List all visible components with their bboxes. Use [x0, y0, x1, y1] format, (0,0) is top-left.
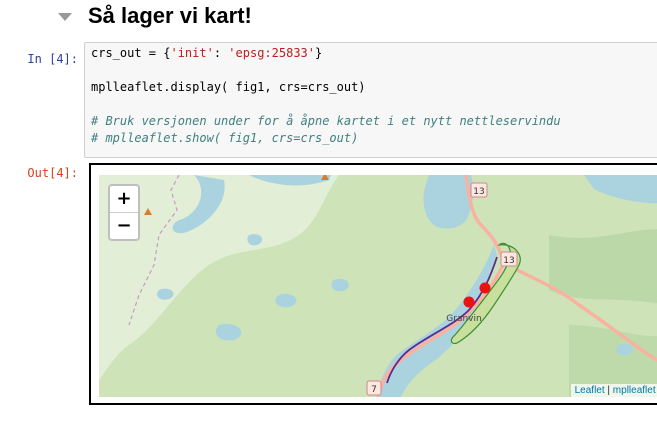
- leaflet-link[interactable]: Leaflet: [575, 385, 605, 396]
- leaflet-map[interactable]: 13 13 7 Granvin + − Leaflet | mplleaflet…: [99, 175, 657, 397]
- code-comment-2: # mplleaflet.show( fig1, crs=crs_out): [91, 131, 359, 145]
- road-shield-label: 7: [371, 385, 377, 395]
- code-token: crs_out = {: [91, 46, 171, 60]
- code-comment-1: # Bruk versjonen under for å åpne kartet…: [91, 114, 561, 128]
- output-prompt: Out[4]:: [27, 166, 78, 180]
- place-label: Granvin: [446, 314, 481, 324]
- map-attribution: Leaflet | mplleaflet |: [570, 384, 657, 397]
- output-area: 13 13 7 Granvin + − Leaflet | mplleaflet…: [89, 163, 657, 405]
- heading-title: Så lager vi kart!: [88, 3, 252, 28]
- collapse-caret-icon[interactable]: [58, 13, 72, 21]
- input-prompt: In [4]:: [27, 52, 78, 66]
- road-shield-label: 13: [503, 256, 514, 266]
- section-heading: Så lager vi kart!: [58, 3, 252, 29]
- code-string: 'init': [170, 46, 214, 60]
- map-tiles: 13 13 7 Granvin: [99, 175, 657, 397]
- code-line-1: crs_out = {'init': 'epsg:25833'}: [91, 45, 657, 62]
- code-cell[interactable]: crs_out = {'init': 'epsg:25833'} mplleaf…: [84, 42, 657, 158]
- zoom-out-button[interactable]: −: [110, 213, 138, 239]
- zoom-in-button[interactable]: +: [110, 186, 138, 213]
- attribution-separator: |: [604, 385, 613, 396]
- code-token: :: [213, 46, 229, 60]
- mplleaflet-link[interactable]: mplleaflet: [613, 385, 656, 396]
- code-line-3: mplleaflet.display( fig1, crs=crs_out): [91, 80, 366, 94]
- code-token: }: [315, 46, 323, 60]
- road-shield-label: 13: [473, 187, 484, 197]
- code-string: 'epsg:25833': [228, 46, 315, 60]
- zoom-control: + −: [108, 184, 140, 241]
